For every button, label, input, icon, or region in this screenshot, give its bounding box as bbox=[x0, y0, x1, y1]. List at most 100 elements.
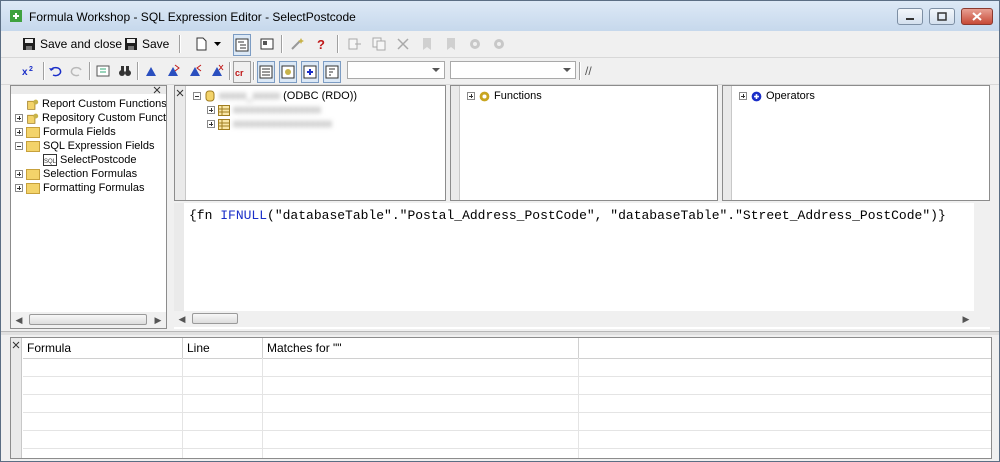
panel-grip bbox=[11, 86, 166, 94]
scroll-right-icon[interactable]: ▶ bbox=[150, 312, 166, 328]
minimize-button[interactable] bbox=[897, 8, 923, 25]
copy-icon bbox=[372, 37, 386, 51]
formula-text[interactable]: {fn IFNULL("databaseTable"."Postal_Addre… bbox=[189, 208, 946, 223]
save-button[interactable]: Save bbox=[123, 34, 169, 54]
expand-icon[interactable] bbox=[15, 170, 23, 178]
toggle-tree-button[interactable] bbox=[233, 34, 251, 56]
maximize-button[interactable] bbox=[929, 8, 955, 25]
rename-button[interactable] bbox=[347, 34, 363, 54]
svg-text:2: 2 bbox=[29, 66, 33, 73]
help-button[interactable]: ? bbox=[313, 34, 329, 54]
properties-button[interactable] bbox=[259, 34, 275, 54]
tree-item-selectpostcode[interactable]: SQL SelectPostcode bbox=[43, 153, 136, 167]
column-header-formula[interactable]: Formula bbox=[23, 338, 183, 358]
row-divider bbox=[23, 376, 991, 377]
toolbar-separator bbox=[337, 35, 339, 53]
horizontal-scrollbar[interactable]: ◀ ▶ bbox=[11, 312, 166, 328]
save-and-close-button[interactable]: Save and close bbox=[21, 34, 122, 54]
tree-item-sql-expression-fields[interactable]: SQL Expression Fields bbox=[15, 139, 154, 153]
tree-item-label: Formatting Formulas bbox=[43, 182, 145, 194]
tree-item-selection-formulas[interactable]: Selection Formulas bbox=[15, 167, 137, 181]
results-list[interactable]: Formula Line Matches for "" bbox=[23, 338, 991, 458]
scroll-left-icon[interactable]: ◀ bbox=[174, 311, 190, 327]
tree-item-table-1[interactable]: xxxxxxxxxxxxxxxx bbox=[207, 103, 321, 117]
formula-prefix: {fn bbox=[189, 208, 221, 223]
tree-item-functions[interactable]: Functions bbox=[467, 89, 542, 103]
scroll-right-icon[interactable]: ▶ bbox=[958, 311, 974, 327]
superscript-icon: x2 bbox=[22, 66, 33, 78]
syntax-dropdown[interactable] bbox=[347, 61, 445, 79]
find-button[interactable] bbox=[117, 61, 133, 81]
properties-icon bbox=[260, 38, 274, 50]
browse-data-button[interactable] bbox=[95, 61, 111, 81]
close-icon[interactable] bbox=[11, 340, 21, 350]
formula-body: ("databaseTable"."Postal_Address_PostCod… bbox=[267, 208, 946, 223]
close-icon[interactable] bbox=[175, 88, 185, 98]
sort-tree-button[interactable] bbox=[323, 61, 341, 83]
collapse-icon[interactable] bbox=[193, 92, 201, 100]
tree-item-report-custom-functions[interactable]: Report Custom Functions bbox=[15, 97, 166, 111]
check-syntax-button[interactable] bbox=[467, 34, 483, 54]
title-bar: Formula Workshop - SQL Expression Editor… bbox=[1, 1, 999, 31]
functions-gear-icon bbox=[479, 91, 490, 101]
next-bookmark-icon bbox=[168, 64, 180, 76]
recurse-button[interactable] bbox=[491, 34, 507, 54]
column-header-line[interactable]: Line bbox=[183, 338, 263, 358]
clear-bookmarks-button[interactable] bbox=[209, 61, 225, 81]
fields-tree-icon bbox=[259, 65, 273, 79]
bookmark-next-button[interactable] bbox=[419, 34, 435, 54]
fields-tree-panel: xxxxx_xxxxx (ODBC (RDO)) xxxxxxxxxxxxxxx… bbox=[174, 85, 446, 201]
vertical-scrollbar[interactable] bbox=[974, 203, 990, 311]
formula-workshop-window: Formula Workshop - SQL Expression Editor… bbox=[0, 0, 1000, 462]
tree-item-repository-custom-functions[interactable]: Repository Custom Functi bbox=[15, 111, 166, 125]
expand-icon[interactable] bbox=[15, 114, 23, 122]
comment-button[interactable]: // bbox=[585, 61, 592, 81]
undo-button[interactable] bbox=[47, 61, 63, 81]
tree-item-formatting-formulas[interactable]: Formatting Formulas bbox=[15, 181, 144, 195]
expand-icon[interactable] bbox=[207, 120, 215, 128]
collapse-icon[interactable] bbox=[15, 142, 23, 150]
delete-button[interactable] bbox=[395, 34, 411, 54]
scrollbar-thumb[interactable] bbox=[192, 313, 238, 324]
toggle-bookmark-button[interactable] bbox=[143, 61, 159, 81]
new-button[interactable] bbox=[193, 34, 209, 54]
database-icon bbox=[205, 90, 215, 102]
panel-splitter[interactable] bbox=[1, 331, 999, 335]
expand-icon[interactable] bbox=[467, 92, 475, 100]
row-divider bbox=[23, 448, 991, 449]
new-dropdown-button[interactable] bbox=[213, 34, 223, 54]
tree-item-table-2[interactable]: xxxxxxxxxxxxxxxxxx bbox=[207, 117, 332, 131]
bookmark-clear-button[interactable] bbox=[443, 34, 459, 54]
close-button[interactable] bbox=[961, 8, 993, 25]
tree-item-formula-fields[interactable]: Formula Fields bbox=[15, 125, 116, 139]
close-icon[interactable] bbox=[151, 86, 163, 94]
copy-button[interactable] bbox=[371, 34, 387, 54]
scrollbar-thumb[interactable] bbox=[29, 314, 147, 325]
syntax-toggle-button[interactable]: cr bbox=[233, 61, 251, 83]
previous-bookmark-button[interactable] bbox=[187, 61, 203, 81]
evaluation-dropdown[interactable] bbox=[450, 61, 576, 79]
tree-item-operators[interactable]: Operators bbox=[739, 89, 815, 103]
scroll-left-icon[interactable]: ◀ bbox=[11, 312, 27, 328]
show-functions-tree-button[interactable] bbox=[279, 61, 297, 83]
redo-button[interactable] bbox=[69, 61, 85, 81]
row-divider bbox=[23, 394, 991, 395]
expand-icon[interactable] bbox=[15, 128, 23, 136]
magic-wand-icon bbox=[291, 38, 304, 50]
horizontal-scrollbar[interactable]: ◀ ▶ bbox=[174, 311, 990, 327]
superscript-button[interactable]: x2 bbox=[21, 61, 37, 81]
expand-icon[interactable] bbox=[739, 92, 747, 100]
sql-expression-icon: SQL bbox=[43, 154, 57, 166]
expert-button[interactable] bbox=[289, 34, 305, 54]
show-operators-tree-button[interactable] bbox=[301, 61, 319, 83]
row-divider bbox=[23, 430, 991, 431]
column-header-matches[interactable]: Matches for "" bbox=[263, 338, 579, 358]
expand-icon[interactable] bbox=[207, 106, 215, 114]
panel-grip bbox=[451, 86, 460, 200]
show-fields-tree-button[interactable] bbox=[257, 61, 275, 83]
next-bookmark-button[interactable] bbox=[165, 61, 181, 81]
expand-icon[interactable] bbox=[15, 184, 23, 192]
functions-tree-icon bbox=[281, 65, 295, 79]
tree-item-datasource[interactable]: xxxxx_xxxxx (ODBC (RDO)) bbox=[193, 89, 357, 103]
table-name-redacted: xxxxxxxxxxxxxxxxxx bbox=[233, 118, 332, 130]
